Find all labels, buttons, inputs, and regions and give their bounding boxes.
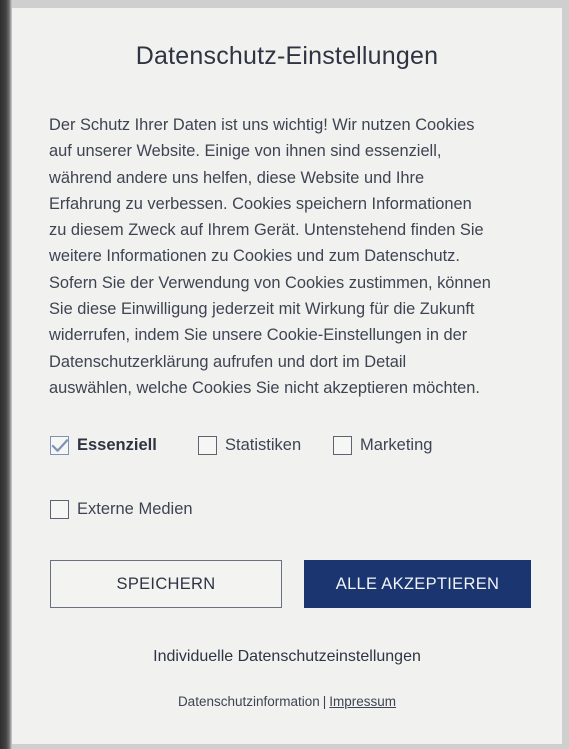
- imprint-link[interactable]: Impressum: [329, 694, 396, 709]
- statistiken-checkbox[interactable]: [198, 436, 217, 455]
- footer-separator: |: [322, 694, 327, 709]
- checkmark-icon: [51, 438, 68, 452]
- marketing-checkbox[interactable]: [333, 436, 352, 455]
- option-label: Externe Medien: [77, 500, 193, 518]
- footer-links: Datenschutzinformation | Impressum: [12, 694, 562, 709]
- option-label: Marketing: [360, 436, 433, 454]
- essenziell-checkbox[interactable]: [50, 436, 69, 455]
- option-essenziell[interactable]: Essenziell: [50, 436, 157, 455]
- dialog-title: Datenschutz-Einstellungen: [135, 42, 439, 70]
- dialog-description: Der Schutz Ihrer Daten ist uns wichtig! …: [49, 116, 491, 397]
- option-statistiken[interactable]: Statistiken: [198, 436, 301, 455]
- externe-medien-checkbox[interactable]: [50, 500, 69, 519]
- individual-settings-link[interactable]: Individuelle Datenschutzeinstellungen: [12, 648, 562, 666]
- cookie-consent-dialog: Datenschutz-Einstellungen Der Schutz Ihr…: [12, 8, 562, 744]
- privacy-info-link[interactable]: Datenschutzinformation: [178, 694, 320, 709]
- option-marketing[interactable]: Marketing: [333, 436, 432, 455]
- option-label: Essenziell: [77, 436, 157, 454]
- option-externe-medien[interactable]: Externe Medien: [50, 500, 193, 519]
- option-label: Statistiken: [225, 436, 302, 454]
- accept-all-button[interactable]: ALLE AKZEPTIEREN: [304, 560, 531, 608]
- save-button[interactable]: SPEICHERN: [50, 560, 282, 608]
